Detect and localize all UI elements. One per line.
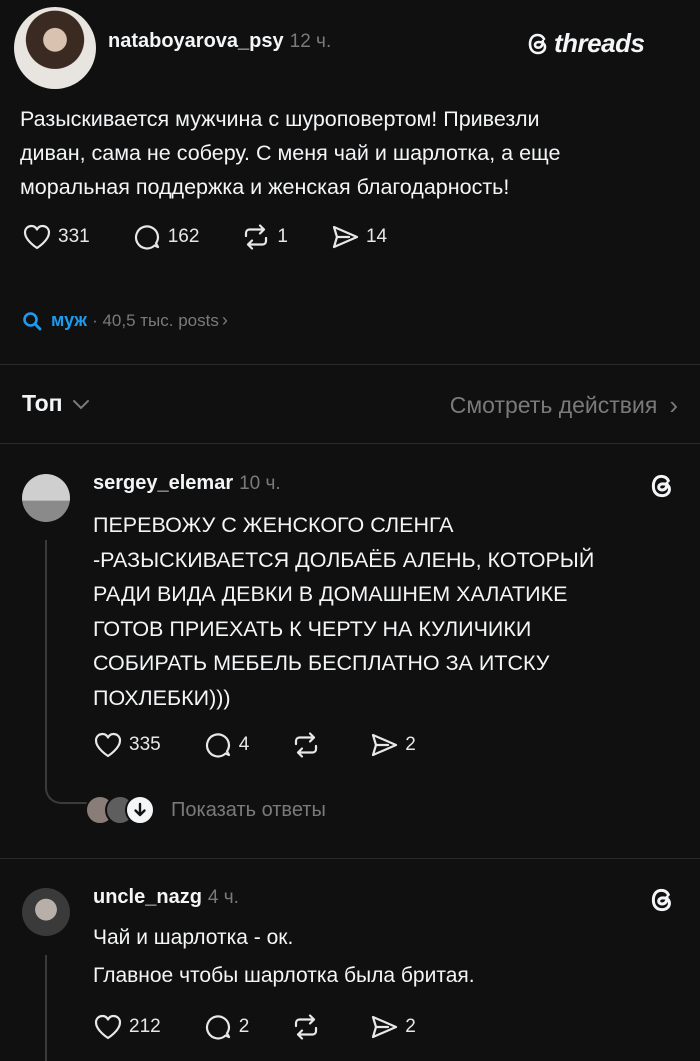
post-time: 12 ч.: [289, 30, 332, 52]
repost-button[interactable]: [291, 1013, 327, 1041]
thread-line: [45, 955, 47, 1061]
thread-line: [45, 540, 47, 790]
comment-button[interactable]: 4: [203, 731, 250, 759]
reply-text-line: Главное чтобы шарлотка была бритая.: [93, 964, 475, 987]
chevron-right-icon: ›: [669, 390, 678, 420]
reply-text: ПЕРЕВОЖУ С ЖЕНСКОГО СЛЕНГА -РАЗЫСКИВАЕТС…: [93, 513, 595, 710]
reply-time: 10 ч.: [239, 472, 281, 494]
reply-username[interactable]: uncle_nazg: [93, 886, 202, 909]
like-button[interactable]: 331: [22, 223, 90, 251]
heart-icon: [23, 224, 51, 250]
repost-count: 1: [277, 226, 288, 247]
reply-time: 4 ч.: [207, 886, 239, 908]
share-count: 2: [405, 1016, 416, 1037]
send-icon: [372, 1015, 398, 1039]
view-activity-link[interactable]: Смотреть действия ›: [450, 390, 678, 421]
search-icon: [23, 311, 42, 330]
share-count: 2: [405, 734, 416, 755]
repost-icon: [295, 1014, 318, 1040]
show-replies-label: Показать ответы: [171, 798, 326, 821]
post-text: Разыскивается мужчина с шуроповертом! Пр…: [20, 107, 561, 199]
chevron-down-icon: [72, 399, 89, 409]
comment-icon: [205, 733, 230, 758]
arrow-down-icon: [125, 795, 155, 825]
repost-button[interactable]: 1: [241, 223, 288, 251]
sort-label: Топ: [22, 390, 63, 416]
reply-actions: 335 4 2: [93, 731, 416, 759]
repost-button[interactable]: [291, 731, 327, 759]
post-username[interactable]: nataboyarova_psy: [108, 30, 284, 53]
like-count: 331: [58, 226, 90, 247]
show-replies[interactable]: Показать ответы: [85, 795, 326, 825]
thread-line-curve: [45, 780, 87, 804]
comment-count: 2: [238, 1016, 250, 1037]
divider: [0, 364, 700, 365]
view-activity-label: Смотреть действия: [449, 392, 658, 418]
like-count: 335: [129, 734, 161, 755]
comment-icon: [205, 1015, 230, 1040]
topic-link[interactable]: муж · 40,5 тыс. posts ›: [22, 310, 228, 331]
send-icon: [332, 225, 359, 249]
threads-wordmark: threads: [554, 28, 645, 58]
avatar[interactable]: [22, 474, 70, 522]
share-button[interactable]: 14: [330, 223, 387, 251]
share-button[interactable]: 2: [369, 731, 416, 759]
share-count: 14: [365, 226, 388, 247]
avatar[interactable]: [22, 888, 70, 936]
comment-count: 162: [167, 226, 200, 247]
topic-meta: · 40,5 тыс. posts: [92, 310, 219, 330]
reply-actions: 212 2 2: [93, 1013, 416, 1041]
like-button[interactable]: 335: [93, 731, 161, 759]
threads-logo-icon[interactable]: [648, 471, 678, 501]
send-icon: [372, 733, 398, 757]
threads-logo-icon: [528, 33, 547, 54]
comment-icon: [134, 225, 159, 250]
comment-count: 4: [238, 734, 250, 755]
like-button[interactable]: 212: [93, 1013, 161, 1041]
comment-button[interactable]: 2: [203, 1013, 250, 1041]
avatar[interactable]: [14, 7, 96, 89]
threads-logo-icon[interactable]: [648, 885, 678, 915]
reply-text-line: Чай и шарлотка - ок.: [93, 926, 294, 949]
divider: [0, 443, 700, 444]
divider: [0, 858, 700, 859]
repost-icon: [295, 732, 318, 758]
like-count: 212: [129, 1016, 161, 1037]
chevron-right-icon: ›: [221, 310, 228, 330]
share-button[interactable]: 2: [369, 1013, 416, 1041]
heart-icon: [94, 1014, 122, 1040]
topic-tag[interactable]: муж: [51, 310, 87, 331]
threads-brand: threads: [526, 28, 645, 59]
repost-icon: [245, 224, 268, 250]
post-actions: 331 162 1 14: [22, 223, 387, 251]
comment-button[interactable]: 162: [132, 223, 200, 251]
sort-dropdown[interactable]: Топ: [22, 390, 91, 417]
reply-username[interactable]: sergey_elemar: [93, 472, 233, 495]
heart-icon: [94, 732, 122, 758]
